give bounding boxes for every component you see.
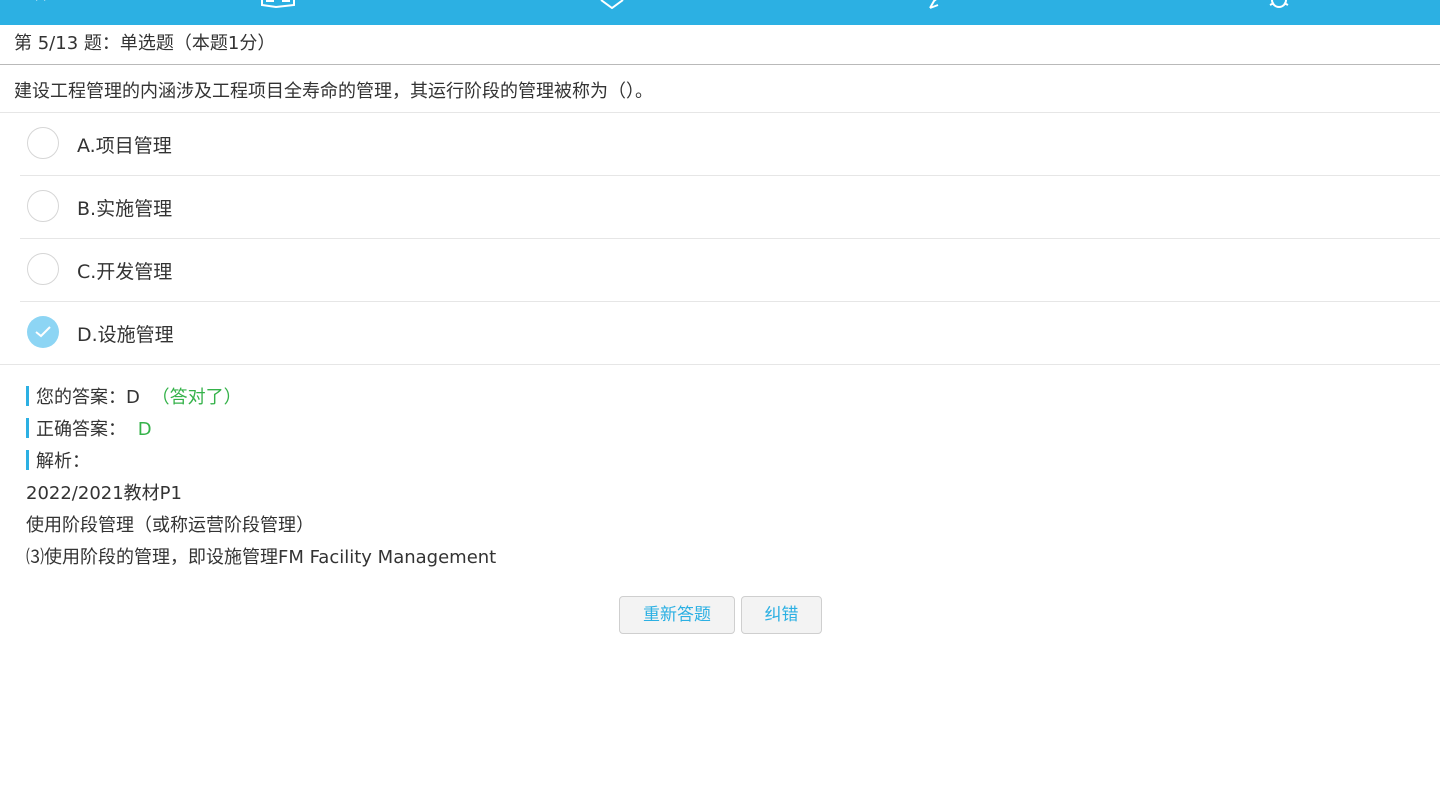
report-error-button[interactable]: 纠错 — [741, 596, 822, 634]
check-icon — [35, 326, 51, 338]
your-answer-label: 您的答案： — [36, 387, 126, 408]
option-label: C.开发管理 — [77, 261, 173, 283]
question-header: 第 5/13 题：单选题（本题1分） — [0, 25, 1440, 65]
radio-button[interactable] — [27, 127, 59, 159]
analysis-row: 解析： — [26, 449, 90, 475]
question-number: 第 5/13 题：单选题（本题1分） — [14, 33, 276, 54]
correct-answer-value: D — [137, 419, 152, 440]
radio-button[interactable] — [27, 190, 59, 222]
correct-note: （答对了） — [151, 387, 242, 408]
radio-button-checked[interactable] — [27, 316, 59, 348]
tag-icon[interactable] — [599, 0, 625, 9]
correct-answer-row: 正确答案： D — [26, 417, 152, 443]
question-stem: 建设工程管理的内涵涉及工程项目全寿命的管理，其运行阶段的管理被称为（）。 — [0, 66, 1440, 113]
your-answer-row: 您的答案：D （答对了） — [26, 385, 242, 411]
option-a[interactable]: A.项目管理 — [20, 113, 1440, 176]
top-toolbar — [0, 0, 1440, 25]
settings-icon[interactable] — [1264, 0, 1294, 9]
retry-button[interactable]: 重新答题 — [619, 596, 735, 634]
correct-answer-label: 正确答案： — [36, 419, 126, 440]
option-label: B.实施管理 — [77, 198, 173, 220]
analysis-text: 2022/2021教材P1 — [26, 483, 182, 504]
analysis-label: 解析： — [36, 451, 90, 472]
accent-bar — [26, 386, 29, 406]
radio-button[interactable] — [27, 253, 59, 285]
question-stem-text: 建设工程管理的内涵涉及工程项目全寿命的管理，其运行阶段的管理被称为（）。 — [14, 81, 653, 102]
option-c[interactable]: C.开发管理 — [20, 239, 1440, 302]
analysis-text: ⑶使用阶段的管理，即设施管理FM Facility Management — [26, 547, 497, 568]
accent-bar — [26, 418, 29, 438]
accent-bar — [26, 450, 29, 470]
option-d[interactable]: D.设施管理 — [0, 302, 1440, 365]
option-label: D.设施管理 — [77, 324, 174, 346]
book-icon[interactable] — [260, 0, 296, 9]
option-b[interactable]: B.实施管理 — [20, 176, 1440, 239]
back-icon[interactable] — [34, 0, 64, 9]
option-label: A.项目管理 — [77, 135, 172, 157]
analysis-text: 使用阶段管理（或称运营阶段管理） — [26, 515, 314, 536]
your-answer-value: D — [126, 387, 140, 408]
pen-icon[interactable] — [926, 0, 952, 9]
